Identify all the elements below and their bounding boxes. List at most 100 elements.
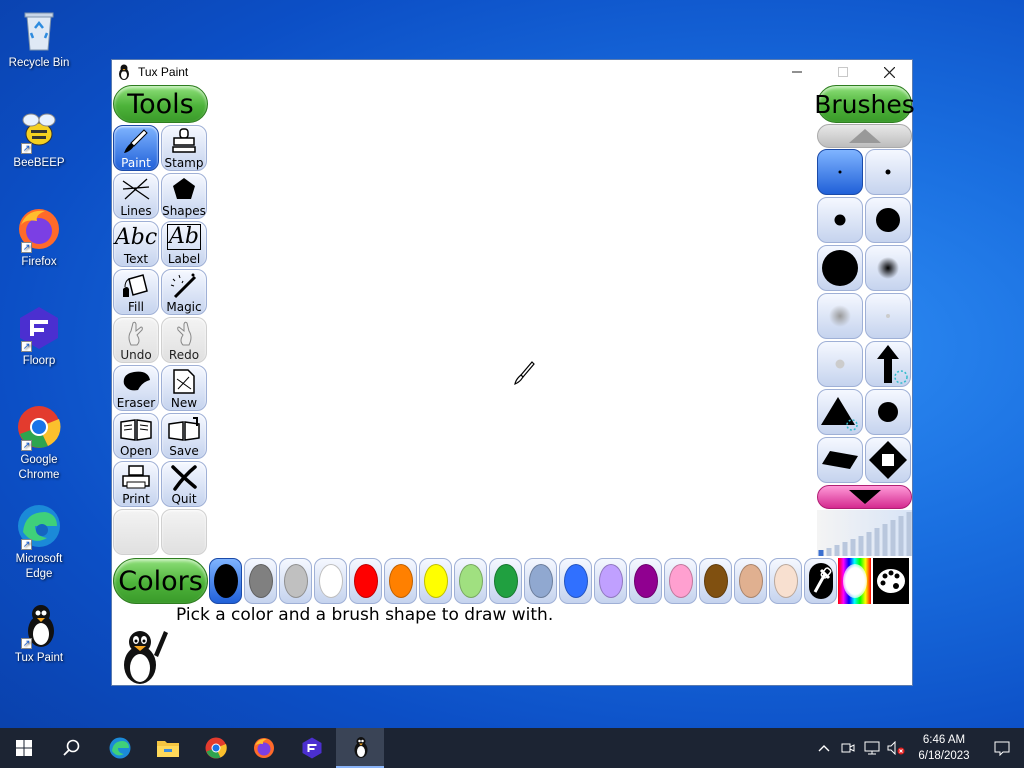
- maximize-button[interactable]: [820, 60, 866, 84]
- save-book-icon: [162, 414, 206, 444]
- brush-fuzzy-dot[interactable]: [865, 245, 911, 291]
- taskbar-clock[interactable]: 6:46 AM 6/18/2023: [908, 732, 980, 764]
- quit-icon: [162, 462, 206, 492]
- color-swatch: [493, 564, 518, 598]
- brush-round[interactable]: [865, 389, 911, 435]
- volume-muted-icon[interactable]: [884, 741, 908, 755]
- color-swatch-button[interactable]: [384, 558, 417, 604]
- tool-magic[interactable]: Magic: [161, 269, 207, 315]
- tool-save[interactable]: Save: [161, 413, 207, 459]
- color-swatch-button[interactable]: [349, 558, 382, 604]
- brush-xlarge-dot[interactable]: [817, 245, 863, 291]
- beebeep-icon: ↗: [15, 106, 63, 154]
- brush-soft-gray-dot[interactable]: [817, 293, 863, 339]
- desktop-icon-floorp[interactable]: ↗ Floorp: [4, 304, 74, 369]
- brush-tiny-dot[interactable]: [817, 149, 863, 195]
- brush-pale-dot[interactable]: [817, 341, 863, 387]
- tool-undo[interactable]: Undo: [113, 317, 159, 363]
- color-swatch-button[interactable]: [734, 558, 767, 604]
- brush-triangle[interactable]: [817, 389, 863, 435]
- color-swatch-button[interactable]: [629, 558, 662, 604]
- brush-faint-dot[interactable]: [865, 293, 911, 339]
- tool-label: Paint: [121, 156, 151, 170]
- color-swatch-button[interactable]: [314, 558, 347, 604]
- taskbar-chrome[interactable]: [192, 728, 240, 768]
- color-swatch-button[interactable]: [489, 558, 522, 604]
- desktop-icon-label: Floorp: [22, 355, 56, 367]
- tux-paint-icon: ↗: [15, 601, 63, 649]
- brush-diamond[interactable]: [865, 437, 911, 483]
- start-button[interactable]: [0, 728, 48, 768]
- color-swatch: [423, 564, 448, 598]
- desktop-icon-label: Firefox: [21, 256, 57, 268]
- palette-icon: [877, 569, 905, 593]
- minimize-button[interactable]: [774, 60, 820, 84]
- brush-small-dot[interactable]: [865, 149, 911, 195]
- tool-open[interactable]: Open: [113, 413, 159, 459]
- notifications-icon[interactable]: [980, 740, 1024, 756]
- tool-stamp[interactable]: Stamp: [161, 125, 207, 171]
- desktop-icon-chrome[interactable]: ↗ Google Chrome: [4, 403, 74, 483]
- color-swatch-button[interactable]: [664, 558, 697, 604]
- tool-lines[interactable]: Lines: [113, 173, 159, 219]
- desktop-icon-tux-paint[interactable]: ↗ Tux Paint: [4, 601, 74, 666]
- tool-print[interactable]: Print: [113, 461, 159, 507]
- tool-eraser[interactable]: Eraser: [113, 365, 159, 411]
- rainbow-white-center: [842, 564, 867, 598]
- desktop-icon-firefox[interactable]: ↗ Firefox: [4, 205, 74, 270]
- tool-label: Fill: [127, 300, 145, 314]
- color-mixer-button[interactable]: [873, 558, 909, 604]
- taskbar-firefox[interactable]: [240, 728, 288, 768]
- tool-new[interactable]: New: [161, 365, 207, 411]
- color-swatch-button[interactable]: [454, 558, 487, 604]
- brush-size-slider[interactable]: [817, 510, 912, 556]
- taskbar-floorp[interactable]: [288, 728, 336, 768]
- rainbow-color-picker[interactable]: [838, 558, 871, 604]
- drawing-canvas[interactable]: [209, 84, 815, 556]
- color-swatch-button[interactable]: [559, 558, 592, 604]
- title-bar[interactable]: Tux Paint: [112, 60, 912, 84]
- color-swatch: [353, 564, 378, 598]
- taskbar-edge[interactable]: [96, 728, 144, 768]
- color-swatch-button[interactable]: [419, 558, 452, 604]
- desktop-icon-beebeep[interactable]: ↗ BeeBEEP: [4, 106, 74, 171]
- meet-now-icon[interactable]: [836, 742, 860, 754]
- paintbrush-cursor-icon: [512, 360, 536, 392]
- color-swatch-button[interactable]: [244, 558, 277, 604]
- taskbar-search-button[interactable]: [48, 728, 96, 768]
- color-swatch: [248, 564, 273, 598]
- tool-quit[interactable]: Quit: [161, 461, 207, 507]
- color-swatch: [213, 564, 238, 598]
- brush-medium-dot[interactable]: [817, 197, 863, 243]
- tool-shapes[interactable]: Shapes: [161, 173, 207, 219]
- network-icon[interactable]: [860, 741, 884, 755]
- brush-large-dot[interactable]: [865, 197, 911, 243]
- tool-label: Print: [122, 492, 150, 506]
- brush-slanted-rhombus[interactable]: [817, 437, 863, 483]
- color-swatch-button[interactable]: [279, 558, 312, 604]
- tool-label-tool[interactable]: Ab Label: [161, 221, 207, 267]
- brushes-scroll-up-button[interactable]: [817, 124, 912, 148]
- tool-paint[interactable]: Paint: [113, 125, 159, 171]
- tool-text[interactable]: Abc Text: [113, 221, 159, 267]
- tool-fill[interactable]: Fill: [113, 269, 159, 315]
- brush-arrow-up[interactable]: [865, 341, 911, 387]
- color-swatch-button[interactable]: [524, 558, 557, 604]
- close-button[interactable]: [866, 60, 912, 84]
- color-swatch-button[interactable]: [769, 558, 802, 604]
- desktop-icon-recycle-bin[interactable]: Recycle Bin: [4, 6, 74, 71]
- color-picker-eyedropper[interactable]: [804, 558, 837, 604]
- brushes-scroll-down-button[interactable]: [817, 485, 912, 509]
- color-swatch-button[interactable]: [594, 558, 627, 604]
- color-swatch-button[interactable]: [209, 558, 242, 604]
- taskbar-tux-paint[interactable]: [336, 728, 384, 768]
- color-swatch: [773, 564, 798, 598]
- taskbar-file-explorer[interactable]: [144, 728, 192, 768]
- label-icon: Ab: [167, 224, 201, 250]
- desktop-icon-edge[interactable]: ↗ Microsoft Edge: [4, 502, 74, 582]
- tool-label: Lines: [120, 204, 152, 218]
- show-hidden-icons-chevron-icon[interactable]: [812, 744, 836, 752]
- color-swatch-button[interactable]: [699, 558, 732, 604]
- eraser-icon: [114, 366, 158, 396]
- tool-redo[interactable]: Redo: [161, 317, 207, 363]
